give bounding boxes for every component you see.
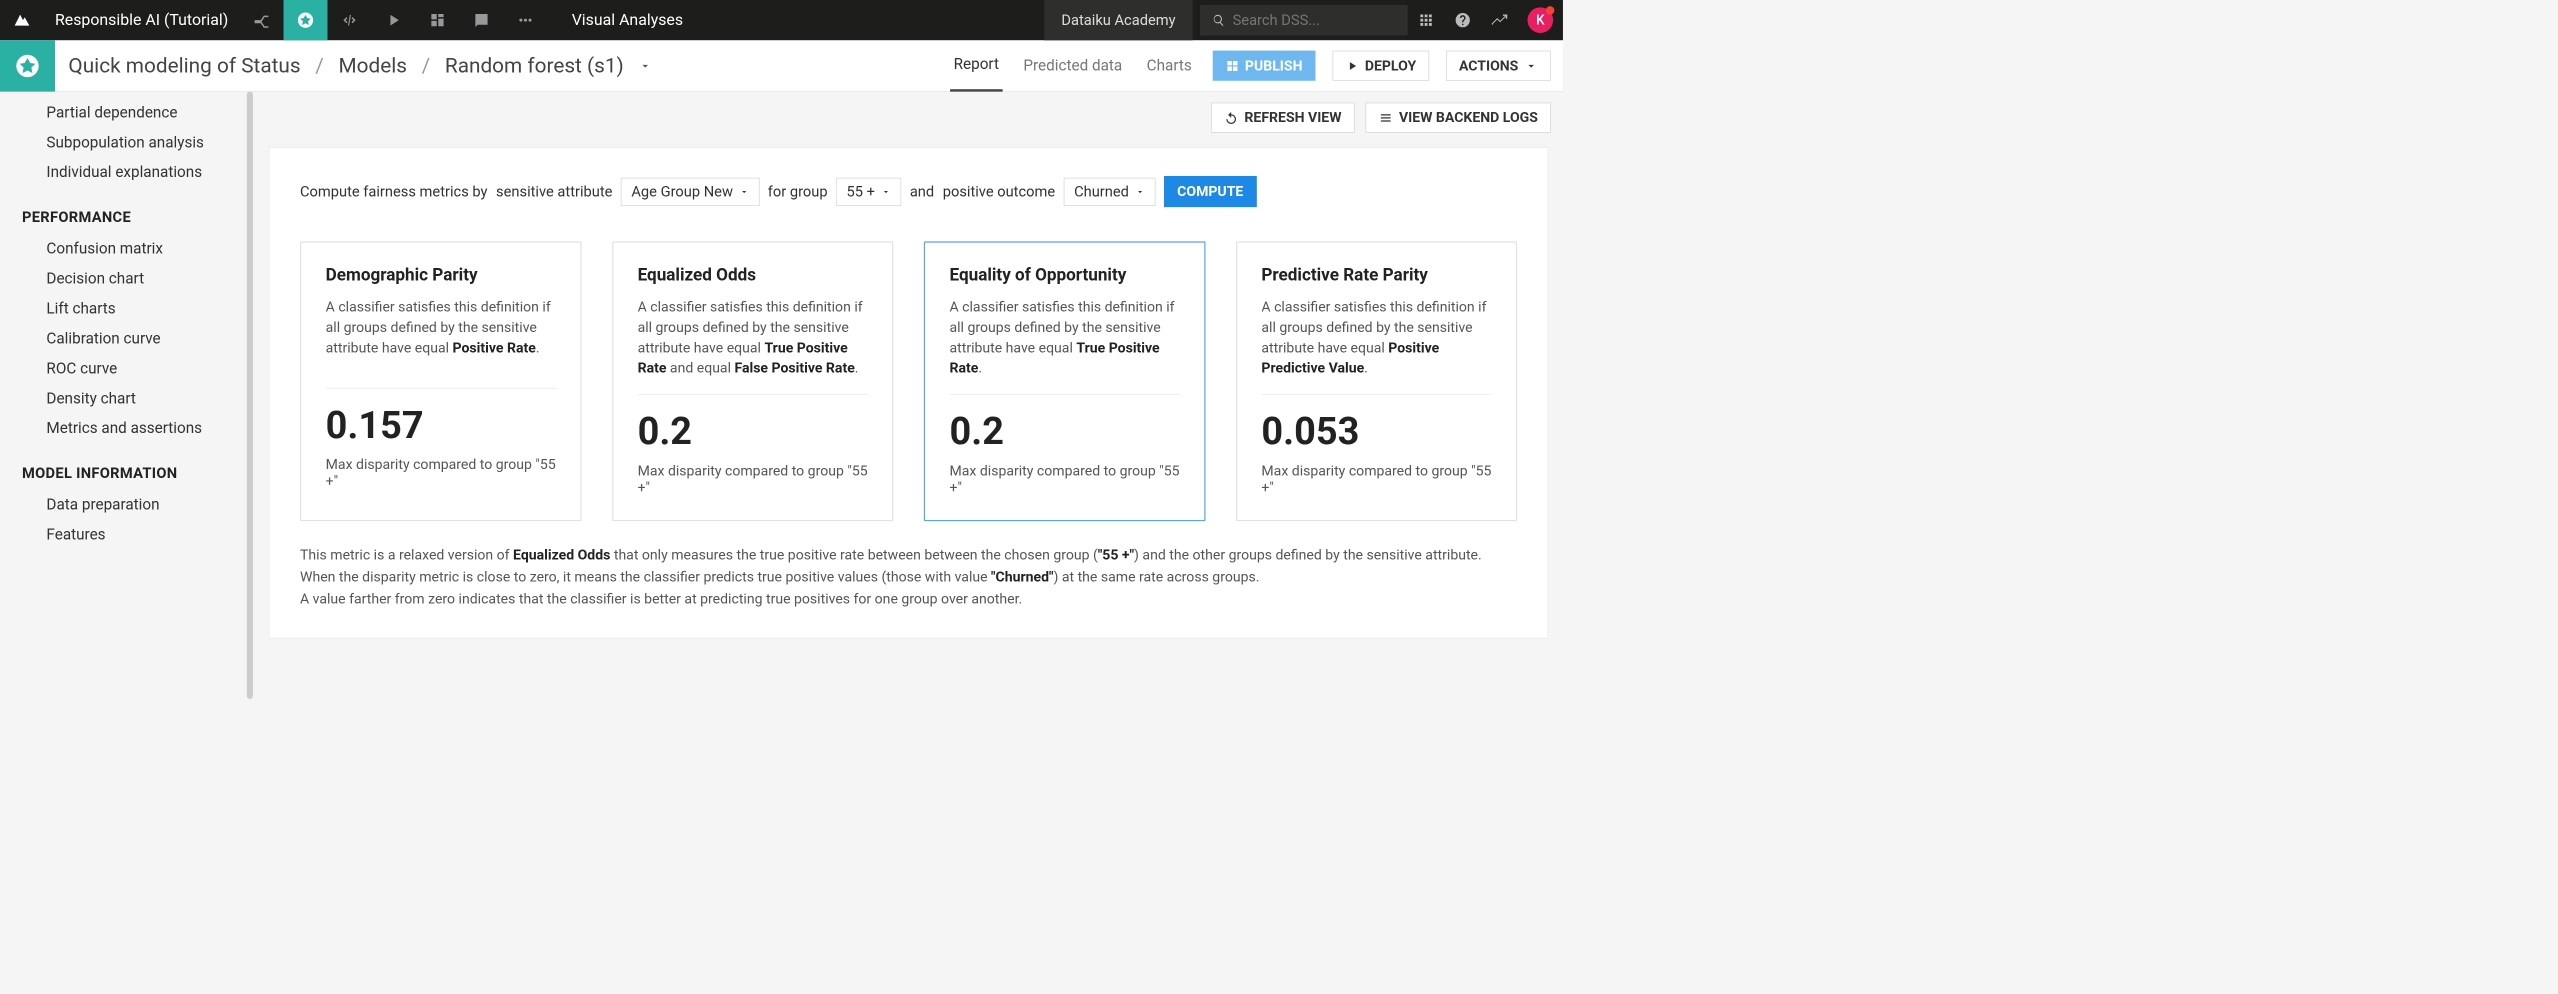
card-description: A classifier satisfies this definition i…	[1261, 297, 1491, 395]
fairness-card[interactable]: Demographic Parity A classifier satisfies…	[300, 241, 581, 521]
card-value: 0.157	[326, 403, 556, 448]
tab-predicted-data[interactable]: Predicted data	[1020, 41, 1126, 90]
code-icon[interactable]	[327, 0, 371, 40]
sidebar-item-subpopulation[interactable]: Subpopulation analysis	[0, 128, 257, 158]
controls-label: positive outcome	[943, 183, 1055, 200]
scrollbar[interactable]	[247, 92, 253, 699]
metric-explanation: This metric is a relaxed version of Equa…	[300, 545, 1517, 610]
controls-label: Compute fairness metrics by	[300, 183, 488, 200]
sidebar-item-confusion-matrix[interactable]: Confusion matrix	[0, 234, 257, 264]
card-description: A classifier satisfies this definition i…	[638, 297, 868, 395]
flow-icon[interactable]	[239, 0, 283, 40]
tab-charts[interactable]: Charts	[1143, 41, 1195, 90]
card-note: Max disparity compared to group "55 +"	[949, 463, 1179, 496]
more-icon[interactable]	[503, 0, 547, 40]
card-title: Equalized Odds	[638, 265, 868, 285]
sidebar-item-lift-charts[interactable]: Lift charts	[0, 294, 257, 324]
sidebar-section-performance: PERFORMANCE	[0, 188, 257, 234]
compute-button[interactable]: COMPUTE	[1164, 176, 1257, 207]
sidebar-item-decision-chart[interactable]: Decision chart	[0, 264, 257, 294]
sidebar-item-calibration-curve[interactable]: Calibration curve	[0, 324, 257, 354]
sidebar-item-roc-curve[interactable]: ROC curve	[0, 354, 257, 384]
outcome-dropdown[interactable]: Churned	[1064, 177, 1155, 205]
card-description: A classifier satisfies this definition i…	[949, 297, 1179, 395]
help-icon[interactable]	[1444, 12, 1481, 29]
user-avatar[interactable]: K	[1528, 7, 1554, 33]
actions-button[interactable]: ACTIONS	[1446, 51, 1551, 81]
controls-label: sensitive attribute	[496, 183, 612, 200]
sidebar-item-partial-dependence[interactable]: Partial dependence	[0, 98, 257, 128]
sidebar-item-data-preparation[interactable]: Data preparation	[0, 490, 257, 520]
sidebar-item-density-chart[interactable]: Density chart	[0, 384, 257, 414]
search-input[interactable]	[1233, 12, 1396, 29]
controls-label: for group	[768, 183, 828, 200]
card-title: Demographic Parity	[326, 265, 556, 285]
deploy-button[interactable]: DEPLOY	[1332, 51, 1429, 81]
play-icon[interactable]	[371, 0, 415, 40]
sidebar-item-individual-explanations[interactable]: Individual explanations	[0, 158, 257, 188]
refresh-view-button[interactable]: REFRESH VIEW	[1211, 103, 1355, 133]
tab-report[interactable]: Report	[950, 40, 1003, 92]
publish-button[interactable]: PUBLISH	[1213, 51, 1316, 81]
visual-analyses-tab[interactable]: Visual Analyses	[547, 0, 707, 40]
group-dropdown[interactable]: 55 +	[836, 177, 901, 205]
search-icon	[1212, 13, 1225, 28]
card-note: Max disparity compared to group "55 +"	[326, 456, 556, 489]
sidebar: Partial dependence Subpopulation analysi…	[0, 92, 257, 699]
fairness-panel: Compute fairness metrics by sensitive at…	[269, 147, 1548, 638]
sensitive-attribute-dropdown[interactable]: Age Group New	[621, 177, 759, 205]
crumb-analysis[interactable]: Quick modeling of Status	[68, 53, 300, 77]
chevron-down-icon	[739, 187, 749, 197]
card-title: Equality of Opportunity	[949, 265, 1179, 285]
wiki-icon[interactable]	[459, 0, 503, 40]
fairness-card[interactable]: Equalized Odds A classifier satisfies thi…	[612, 241, 893, 521]
project-name[interactable]: Responsible AI (Tutorial)	[44, 11, 239, 29]
academy-link[interactable]: Dataiku Academy	[1044, 0, 1192, 40]
apps-icon[interactable]	[1408, 12, 1445, 29]
breadcrumb: Quick modeling of Status / Models / Rand…	[55, 53, 652, 77]
card-title: Predictive Rate Parity	[1261, 265, 1491, 285]
sidebar-section-model-info: MODEL INFORMATION	[0, 444, 257, 490]
card-description: A classifier satisfies this definition i…	[326, 297, 556, 389]
card-value: 0.2	[638, 410, 868, 455]
chevron-down-icon	[881, 187, 891, 197]
logo-bird-icon[interactable]	[0, 9, 44, 31]
controls-label: and	[910, 183, 934, 200]
chevron-down-icon	[1135, 187, 1145, 197]
card-note: Max disparity compared to group "55 +"	[638, 463, 868, 496]
sidebar-item-features[interactable]: Features	[0, 520, 257, 550]
dashboard-icon[interactable]	[415, 0, 459, 40]
analysis-icon[interactable]	[0, 40, 55, 91]
sidebar-item-metrics-assertions[interactable]: Metrics and assertions	[0, 414, 257, 444]
view-backend-logs-button[interactable]: VIEW BACKEND LOGS	[1365, 103, 1550, 133]
crumb-sep: /	[422, 53, 431, 77]
fairness-card[interactable]: Predictive Rate Parity A classifier satis…	[1236, 241, 1517, 521]
card-note: Max disparity compared to group "55 +"	[1261, 463, 1491, 496]
crumb-sep: /	[315, 53, 324, 77]
card-value: 0.053	[1261, 410, 1491, 455]
search-box[interactable]	[1200, 5, 1408, 36]
crumb-model[interactable]: Random forest (s1)	[445, 53, 624, 77]
chevron-down-icon[interactable]	[638, 53, 651, 77]
card-value: 0.2	[949, 410, 1179, 455]
lab-icon[interactable]	[283, 0, 327, 40]
fairness-card[interactable]: Equality of Opportunity A classifier sati…	[924, 241, 1205, 521]
activity-icon[interactable]	[1481, 12, 1518, 29]
crumb-models[interactable]: Models	[339, 53, 407, 77]
